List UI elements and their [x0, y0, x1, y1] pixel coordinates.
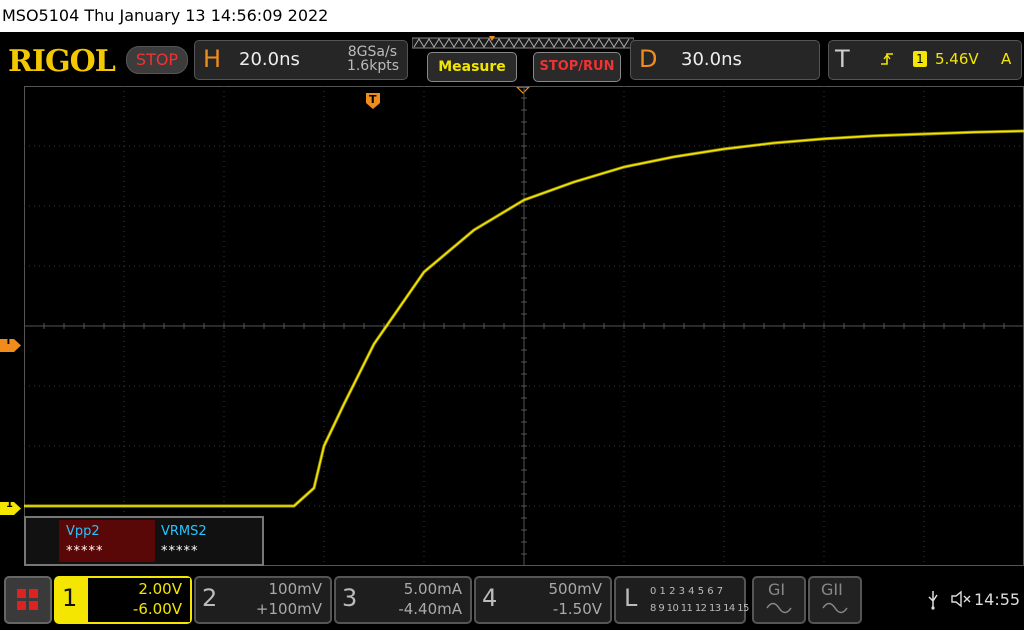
memory-depth: 1.6kpts	[346, 58, 399, 74]
sine-wave-icon	[822, 602, 848, 614]
channel-4-scale: 500mV	[548, 580, 602, 598]
channel-4-panel[interactable]: 4 500mV -1.50V	[474, 576, 612, 624]
timebase-value: 20.0ns	[239, 49, 300, 70]
trigger-panel[interactable]: T 1 5.46V A	[828, 40, 1022, 80]
channel-1-offset: -6.00V	[132, 600, 182, 618]
channel-2-scale: 100mV	[268, 580, 322, 598]
title-bar-text: MSO5104 Thu January 13 14:56:09 2022	[2, 6, 329, 25]
trigger-level-marker[interactable]: T	[0, 336, 22, 352]
channel-4-offset: -1.50V	[552, 600, 602, 618]
logic-channels-row2: 8 9 10 11 12 13 14 15	[650, 603, 749, 614]
channel-3-offset: -4.40mA	[398, 600, 462, 618]
menu-button[interactable]	[4, 576, 52, 624]
channel-2-number: 2	[202, 584, 218, 612]
usb-icon	[928, 591, 938, 610]
channel-1-scale: 2.00V	[138, 580, 182, 598]
channel-4-number: 4	[482, 584, 498, 612]
sample-rate: 8GSa/s	[347, 44, 397, 60]
generator-2-label: GII	[821, 580, 843, 599]
logic-channels-row1: 0 1 2 3 4 5 6 7	[650, 586, 724, 597]
run-state-indicator[interactable]: STOP	[126, 46, 188, 74]
channel-1-panel[interactable]: 1 2.00V -6.00V	[54, 576, 192, 624]
delay-letter: D	[639, 45, 658, 73]
waveform-overview[interactable]	[412, 36, 634, 50]
channel-3-number: 3	[342, 584, 358, 612]
delay-value: 30.0ns	[681, 49, 742, 70]
sine-wave-icon	[766, 602, 792, 614]
trigger-edge-icon	[881, 53, 893, 65]
measurement-label-vpp: Vpp2	[66, 524, 100, 539]
generator-2-button[interactable]: GII	[808, 576, 862, 624]
generator-1-button[interactable]: GI	[752, 576, 806, 624]
measure-button[interactable]: Measure	[427, 52, 517, 82]
horizontal-letter: H	[203, 45, 222, 73]
measurement-label-vrms: VRMS2	[161, 524, 207, 539]
title-bar: MSO5104 Thu January 13 14:56:09 2022	[0, 0, 1024, 32]
stop-run-button[interactable]: STOP/RUN	[533, 52, 621, 82]
channel-3-scale: 5.00mA	[403, 580, 462, 598]
measurement-value-vrms: *****	[161, 544, 199, 559]
speaker-muted-icon[interactable]	[950, 590, 972, 608]
channel-3-panel[interactable]: 3 5.00mA -4.40mA	[334, 576, 472, 624]
channel-2-panel[interactable]: 2 100mV +100mV	[194, 576, 332, 624]
menu-icon	[17, 589, 38, 610]
delay-panel[interactable]: D 30.0ns	[630, 40, 820, 80]
logic-letter: L	[624, 584, 638, 612]
brand-logo: RIGOL	[8, 44, 116, 79]
trigger-level: 5.46V	[935, 50, 979, 68]
channel1-ground-marker[interactable]: 1	[0, 499, 22, 515]
trigger-mode: A	[1001, 50, 1012, 68]
measurement-panel[interactable]: Vpp2 ***** VRMS2 *****	[24, 516, 264, 566]
waveform-display[interactable]	[24, 86, 1024, 566]
clock: 14:55	[974, 590, 1021, 609]
horizontal-panel[interactable]: H 20.0ns 8GSa/s 1.6kpts	[194, 40, 408, 80]
logic-panel[interactable]: L 0 1 2 3 4 5 6 7 8 9 10 11 12 13 14 15	[614, 576, 749, 624]
channel-1-inner: 2.00V -6.00V	[88, 578, 190, 622]
generator-1-label: GI	[768, 580, 786, 599]
measurement-value-vpp: *****	[66, 544, 104, 559]
channel-2-offset: +100mV	[255, 600, 322, 618]
trigger-letter: T	[835, 45, 850, 73]
trigger-source-badge: 1	[913, 51, 927, 67]
channel-1-number: 1	[62, 584, 78, 612]
